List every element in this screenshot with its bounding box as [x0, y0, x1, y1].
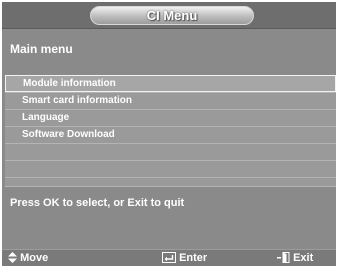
menu-item-module-information[interactable]: Module information	[5, 75, 336, 92]
footer-enter-label: Enter	[179, 252, 208, 264]
footer-move: Move	[8, 251, 48, 266]
enter-icon	[162, 252, 179, 264]
help-text: Press OK to select, or Exit to quit	[10, 197, 185, 209]
menu-item-empty	[5, 160, 336, 177]
menu-item-empty	[5, 143, 336, 160]
menu-title: CI Menu	[90, 6, 254, 25]
title-bar: CI Menu	[2, 2, 336, 29]
menu-item-language[interactable]: Language	[5, 109, 336, 126]
up-down-arrows-icon	[8, 252, 20, 264]
ci-menu-panel: CI Menu Main menu Module information Sma…	[2, 2, 336, 266]
tv-screen: CI Menu Main menu Module information Sma…	[0, 0, 340, 268]
exit-icon	[277, 252, 293, 264]
menu-item-software-download[interactable]: Software Download	[5, 126, 336, 143]
section-title: Main menu	[10, 42, 73, 56]
footer-exit-label: Exit	[293, 252, 314, 264]
menu-item-smart-card-information[interactable]: Smart card information	[5, 92, 336, 109]
footer-enter: Enter	[162, 251, 207, 266]
footer-exit: Exit	[277, 251, 313, 266]
footer-bar: Move Enter Exit	[2, 249, 336, 266]
divider	[5, 186, 336, 187]
footer-move-label: Move	[20, 252, 49, 264]
